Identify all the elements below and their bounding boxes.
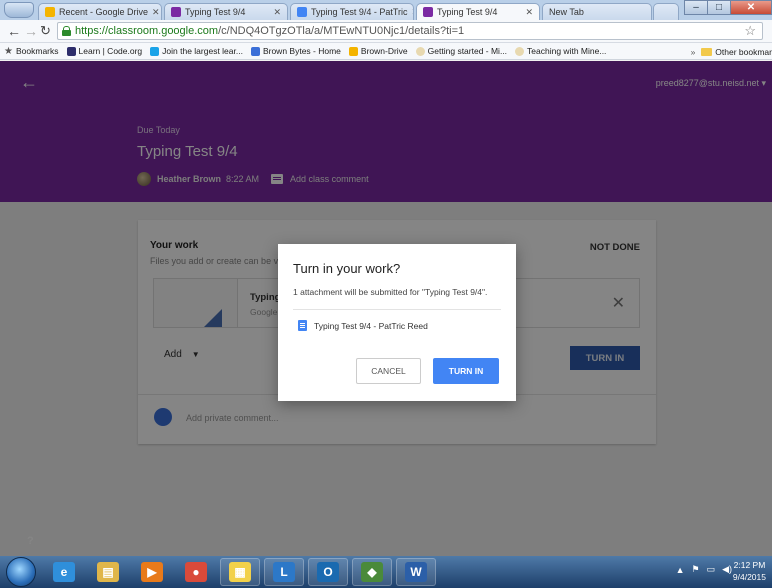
tab-typing-test-doc[interactable]: Typing Test 9/4 - PatTric ✕ [290, 3, 414, 20]
bookmark-label: Brown Bytes - Home [262, 46, 341, 56]
weebly-icon [250, 46, 260, 56]
clock-time: 2:12 PM [733, 560, 766, 570]
file-explorer-icon: ▤ [97, 562, 119, 582]
clock[interactable]: 2:12 PM 9/4/2015 [733, 559, 766, 583]
tab-close-icon[interactable]: ✕ [521, 7, 533, 18]
folder-icon [701, 47, 713, 56]
tab-close-icon[interactable]: ✕ [269, 7, 281, 18]
tab-label: New Tab [549, 7, 584, 17]
word-icon: W [405, 562, 427, 582]
volume-icon[interactable]: ◀) [722, 564, 732, 575]
bookmark-label: Getting started - Mi... [427, 46, 508, 56]
media-player-icon: ▶ [141, 562, 163, 582]
dialog-title: Turn in your work? [293, 261, 401, 276]
new-tab-button[interactable] [653, 3, 679, 20]
tab-label: Typing Test 9/4 [437, 7, 498, 17]
bookmark-code-org[interactable]: Learn | Code.org [66, 46, 143, 56]
minecraft-edu-icon [515, 46, 525, 56]
cancel-button[interactable]: CANCEL [356, 358, 421, 384]
divider [293, 309, 501, 310]
taskbar-outlook[interactable]: O [308, 558, 348, 586]
bookmark-site-icon [150, 46, 160, 56]
tab-close-icon[interactable]: ✕ [148, 7, 160, 18]
bookmark-label: Join the largest lear... [162, 46, 243, 56]
taskbar-app-grid[interactable]: ▦ [220, 558, 260, 586]
taskbar-lync[interactable]: L [264, 558, 304, 586]
bookmark-label: Bookmarks [16, 46, 59, 56]
confirm-turn-in-button[interactable]: TURN IN [433, 358, 499, 384]
tray-expand-icon[interactable]: ▲ [676, 565, 685, 575]
bookmark-brown-bytes[interactable]: Brown Bytes - Home [250, 46, 341, 56]
browser-tab-strip: Recent - Google Drive ✕ Typing Test 9/4 … [0, 0, 772, 20]
google-docs-icon [297, 7, 307, 17]
window-close-icon[interactable]: ✕ [730, 0, 772, 15]
chevron-double-right-icon[interactable]: » [691, 47, 696, 57]
minecraft-icon: ◆ [361, 562, 383, 582]
outlook-icon: O [317, 562, 339, 582]
tab-new-tab[interactable]: New Tab [542, 3, 652, 20]
network-icon[interactable]: ▭ [707, 564, 716, 575]
star-icon: ★ [4, 45, 13, 57]
internet-explorer-icon: e [53, 562, 75, 582]
tab-label: Recent - Google Drive [59, 7, 149, 17]
bookmark-getting-started[interactable]: Getting started - Mi... [415, 46, 508, 56]
taskbar-media-player[interactable]: ▶ [132, 558, 172, 586]
action-center-icon[interactable]: ⚑ [691, 564, 699, 575]
bookmark-label: Teaching with Mine... [527, 46, 607, 56]
dialog-attachment: Typing Test 9/4 - PatTric Reed [298, 320, 428, 331]
address-bar[interactable]: https://classroom.google.com /c/NDQ4OTgz… [57, 22, 763, 40]
lync-icon: L [273, 562, 295, 582]
turn-in-dialog: Turn in your work? 1 attachment will be … [278, 244, 516, 401]
bookmark-brown-drive[interactable]: Brown-Drive [348, 46, 408, 56]
other-bookmarks[interactable]: » Other bookmar [684, 43, 772, 59]
classroom-icon [423, 7, 433, 17]
back-arrow-icon[interactable]: ← [7, 23, 21, 39]
dialog-message: 1 attachment will be submitted for "Typi… [293, 287, 488, 297]
url-host: https://classroom.google.com [75, 25, 219, 37]
bookmark-label: Brown-Drive [360, 46, 408, 56]
forward-arrow-icon[interactable]: → [24, 23, 38, 39]
google-drive-icon [45, 7, 55, 17]
google-drive-icon [348, 46, 358, 56]
dialog-file-name: Typing Test 9/4 - PatTric Reed [314, 320, 428, 331]
lock-icon [62, 26, 71, 36]
bookmark-star-icon[interactable]: ☆ [744, 23, 756, 39]
tab-typing-test-active[interactable]: Typing Test 9/4 ✕ [416, 3, 540, 20]
tab-google-drive[interactable]: Recent - Google Drive ✕ [38, 3, 162, 20]
bookmark-teaching[interactable]: Teaching with Mine... [515, 46, 606, 56]
app-grid-icon: ▦ [229, 562, 251, 582]
start-button[interactable] [6, 557, 36, 587]
system-tray: ▲ ⚑ ▭ ◀) [669, 564, 732, 575]
google-docs-icon [298, 320, 307, 331]
classroom-icon [171, 7, 181, 17]
minimize-icon[interactable]: – [684, 0, 708, 15]
taskbar-chrome[interactable]: ● [176, 558, 216, 586]
bookmark-label: Learn | Code.org [78, 46, 143, 56]
bookmark-join[interactable]: Join the largest lear... [150, 46, 243, 56]
tab-label: Typing Test 9/4 [185, 7, 246, 17]
minecraft-edu-icon [415, 46, 425, 56]
tab-close-icon[interactable]: ✕ [408, 7, 413, 18]
maximize-icon[interactable]: □ [707, 0, 731, 15]
url-path: /c/NDQ4OTgzOTla/a/MTEwNTU0Njc1/details?t… [218, 25, 465, 37]
chrome-menu-icon[interactable] [4, 2, 34, 18]
taskbar-file-explorer[interactable]: ▤ [88, 558, 128, 586]
windows-taskbar: e ▤ ▶ ● ▦ L O ◆ W ▲ ⚑ ▭ ◀) 2:12 PM 9/4/2015 [0, 556, 772, 588]
taskbar-minecraft[interactable]: ◆ [352, 558, 392, 586]
tab-label: Typing Test 9/4 - PatTric [311, 7, 408, 17]
other-bookmarks-label: Other bookmar [715, 46, 772, 57]
browser-toolbar: ← → ↻ https://classroom.google.com /c/ND… [0, 20, 772, 43]
bookmarks-bar: ★ Bookmarks Learn | Code.org Join the lar… [0, 43, 772, 60]
clock-date: 9/4/2015 [732, 572, 766, 582]
chrome-icon: ● [185, 562, 207, 582]
code-org-icon [66, 46, 76, 56]
bookmarks-menu[interactable]: ★ Bookmarks [4, 46, 59, 56]
tab-typing-test[interactable]: Typing Test 9/4 ✕ [164, 3, 288, 20]
reload-icon[interactable]: ↻ [40, 23, 51, 39]
taskbar-word[interactable]: W [396, 558, 436, 586]
taskbar-internet-explorer[interactable]: e [44, 558, 84, 586]
window-controls: – □ ✕ [684, 0, 772, 16]
